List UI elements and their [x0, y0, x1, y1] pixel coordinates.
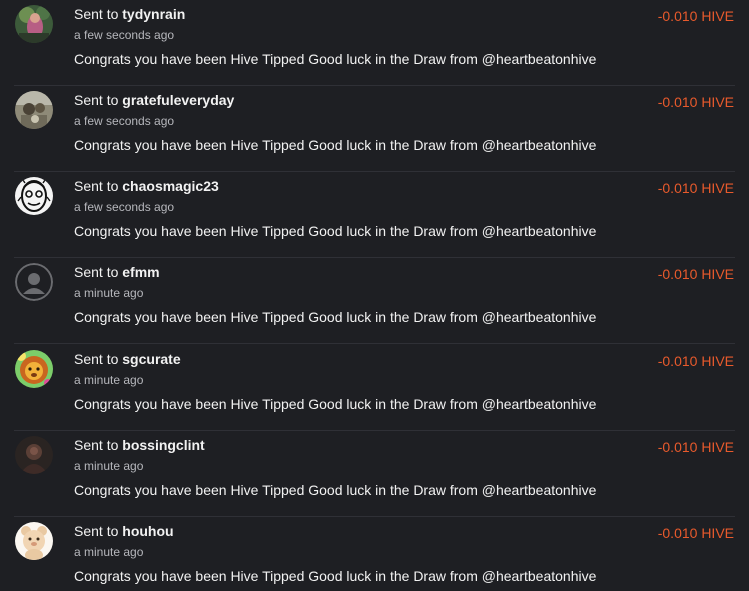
transaction-title: Sent to gratefuleveryday — [74, 92, 234, 108]
memo-text: Congrats you have been Hive Tipped Good … — [74, 568, 597, 584]
sent-to-label: Sent to — [74, 351, 119, 367]
sent-to-label: Sent to — [74, 437, 119, 453]
amount: -0.010 HIVE — [657, 8, 734, 24]
timestamp: a few seconds ago — [74, 28, 175, 42]
transaction-row: Sent to efmm a minute ago Congrats you h… — [0, 258, 749, 344]
transaction-title: Sent to bossingclint — [74, 437, 205, 453]
timestamp: a minute ago — [74, 373, 144, 387]
timestamp: a minute ago — [74, 286, 144, 300]
transaction-title: Sent to tydynrain — [74, 6, 185, 22]
sent-to-label: Sent to — [74, 92, 119, 108]
amount: -0.010 HIVE — [657, 266, 734, 282]
memo-text: Congrats you have been Hive Tipped Good … — [74, 396, 597, 412]
memo-text: Congrats you have been Hive Tipped Good … — [74, 223, 597, 239]
transaction-row: Sent to tydynrain a few seconds ago Cong… — [0, 0, 749, 86]
avatar-photo-icon[interactable] — [15, 91, 53, 129]
recipient-link[interactable]: sgcurate — [122, 351, 180, 367]
recipient-link[interactable]: tydynrain — [122, 6, 185, 22]
transaction-row: Sent to sgcurate a minute ago Congrats y… — [0, 345, 749, 431]
transaction-title: Sent to houhou — [74, 523, 174, 539]
transaction-title: Sent to chaosmagic23 — [74, 178, 219, 194]
transaction-row: Sent to chaosmagic23 a few seconds ago C… — [0, 172, 749, 258]
recipient-link[interactable]: chaosmagic23 — [122, 178, 219, 194]
amount: -0.010 HIVE — [657, 525, 734, 541]
transaction-title: Sent to sgcurate — [74, 351, 181, 367]
default-user-icon[interactable] — [15, 263, 53, 301]
lion-avatar-icon[interactable] — [15, 350, 53, 388]
amount: -0.010 HIVE — [657, 180, 734, 196]
sent-to-label: Sent to — [74, 523, 119, 539]
amount: -0.010 HIVE — [657, 353, 734, 369]
sent-to-label: Sent to — [74, 264, 119, 280]
memo-text: Congrats you have been Hive Tipped Good … — [74, 137, 597, 153]
memo-text: Congrats you have been Hive Tipped Good … — [74, 309, 597, 325]
timestamp: a minute ago — [74, 459, 144, 473]
avatar-photo-icon[interactable] — [15, 436, 53, 474]
timestamp: a few seconds ago — [74, 114, 175, 128]
memo-text: Congrats you have been Hive Tipped Good … — [74, 482, 597, 498]
bear-avatar-icon[interactable] — [15, 522, 53, 560]
avatar-sketch-icon[interactable] — [15, 177, 53, 215]
timestamp: a minute ago — [74, 545, 144, 559]
amount: -0.010 HIVE — [657, 439, 734, 455]
transaction-row: Sent to gratefuleveryday a few seconds a… — [0, 86, 749, 172]
timestamp: a few seconds ago — [74, 200, 175, 214]
recipient-link[interactable]: efmm — [122, 264, 159, 280]
transaction-title: Sent to efmm — [74, 264, 160, 280]
transaction-row: Sent to houhou a minute ago Congrats you… — [0, 517, 749, 591]
amount: -0.010 HIVE — [657, 94, 734, 110]
sent-to-label: Sent to — [74, 178, 119, 194]
recipient-link[interactable]: houhou — [122, 523, 173, 539]
transaction-row: Sent to bossingclint a minute ago Congra… — [0, 431, 749, 517]
recipient-link[interactable]: gratefuleveryday — [122, 92, 234, 108]
memo-text: Congrats you have been Hive Tipped Good … — [74, 51, 597, 67]
sent-to-label: Sent to — [74, 6, 119, 22]
recipient-link[interactable]: bossingclint — [122, 437, 204, 453]
transaction-list: Sent to tydynrain a few seconds ago Cong… — [0, 0, 749, 591]
avatar-photo-icon[interactable] — [15, 5, 53, 43]
